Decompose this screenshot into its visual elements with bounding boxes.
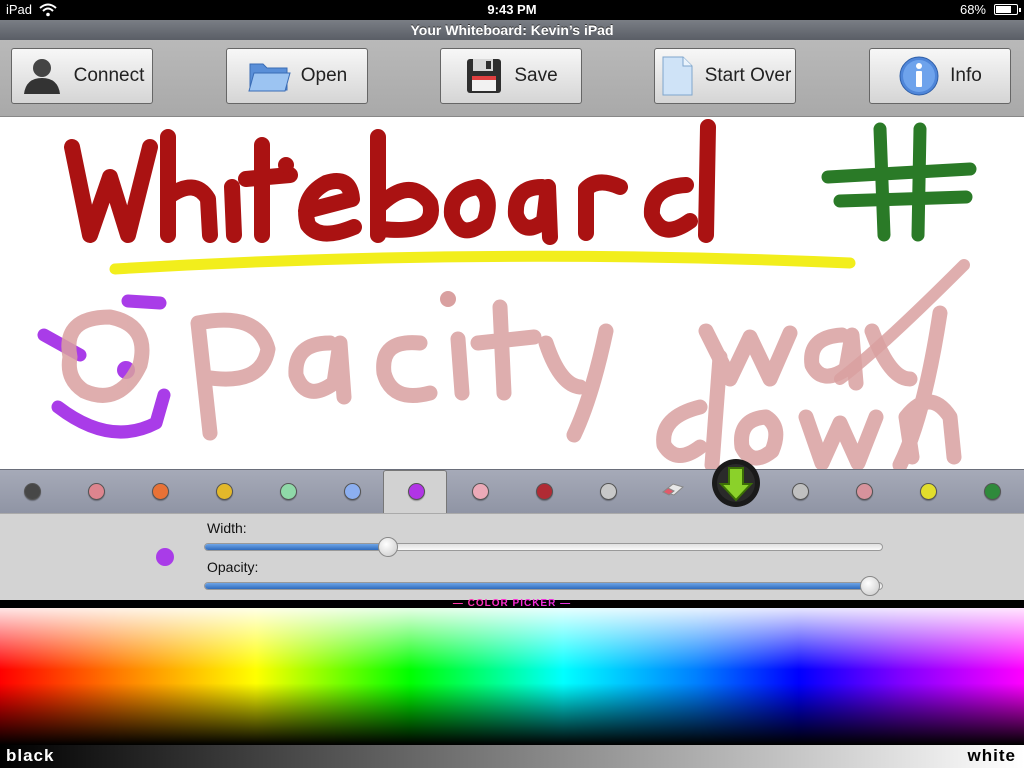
open-button[interactable]: Open (226, 48, 368, 104)
brush-settings-panel: Width: Opacity: (0, 513, 1024, 601)
pink-opacity-stroke (61, 299, 962, 469)
person-icon (23, 59, 60, 94)
color-swatch[interactable] (88, 483, 105, 500)
opacity-slider-fill (205, 583, 871, 589)
clock: 9:43 PM (487, 2, 537, 17)
color-swatch[interactable] (24, 483, 41, 500)
status-bar: iPad 9:43 PM 68% (0, 0, 1024, 20)
blank-page-icon (662, 56, 693, 96)
color-spectrum[interactable] (0, 608, 1024, 745)
battery-icon (994, 4, 1021, 15)
green-hash-stroke (821, 122, 977, 242)
current-color-indicator (156, 548, 174, 566)
start-over-button[interactable]: Start Over (654, 48, 796, 104)
save-button[interactable]: Save (440, 48, 582, 104)
open-label: Open (300, 65, 348, 86)
download-arrow-icon[interactable] (711, 458, 761, 508)
drawing-canvas[interactable] (0, 117, 1024, 469)
info-icon (899, 56, 939, 96)
color-swatch[interactable] (600, 483, 617, 500)
width-slider[interactable] (204, 537, 883, 557)
opacity-slider[interactable] (204, 576, 883, 596)
white-label: white (967, 746, 1016, 765)
battery-percent: 68% (959, 2, 986, 17)
width-slider-fill (205, 544, 389, 550)
opacity-slider-thumb[interactable] (860, 576, 881, 596)
color-swatch[interactable] (152, 483, 169, 500)
eraser-icon[interactable] (661, 481, 685, 497)
color-swatch[interactable] (792, 483, 809, 500)
color-swatch[interactable] (216, 483, 233, 500)
opacity-label: Opacity: (207, 559, 259, 575)
color-swatch[interactable] (408, 483, 425, 500)
width-label: Width: (207, 520, 247, 536)
toolbar: Connect Open Save Start Over Info (0, 40, 1024, 117)
color-swatch[interactable] (280, 483, 297, 500)
info-button[interactable]: Info (869, 48, 1011, 104)
color-swatch[interactable] (920, 483, 937, 500)
color-swatch[interactable] (856, 483, 873, 500)
color-swatch[interactable] (472, 483, 489, 500)
black-label: black (6, 746, 55, 765)
color-swatch[interactable] (536, 483, 553, 500)
color-swatch[interactable] (344, 483, 361, 500)
color-swatch[interactable] (984, 483, 1001, 500)
save-label: Save (514, 65, 558, 86)
red-whiteboard-stroke (64, 119, 716, 245)
grayscale-bar[interactable] (0, 745, 1024, 768)
width-slider-thumb[interactable] (378, 537, 399, 557)
window-title: Your Whiteboard: Kevin’s iPad (0, 20, 1024, 40)
folder-icon (248, 63, 291, 92)
floppy-disk-icon (467, 59, 502, 93)
connect-label: Connect (73, 65, 145, 86)
color-palette (0, 469, 1024, 516)
drawing-strokes (37, 119, 977, 469)
info-label: Info (950, 65, 982, 86)
start-over-label: Start Over (704, 65, 792, 86)
yellow-underline-stroke (109, 250, 856, 275)
connect-button[interactable]: Connect (11, 48, 153, 104)
